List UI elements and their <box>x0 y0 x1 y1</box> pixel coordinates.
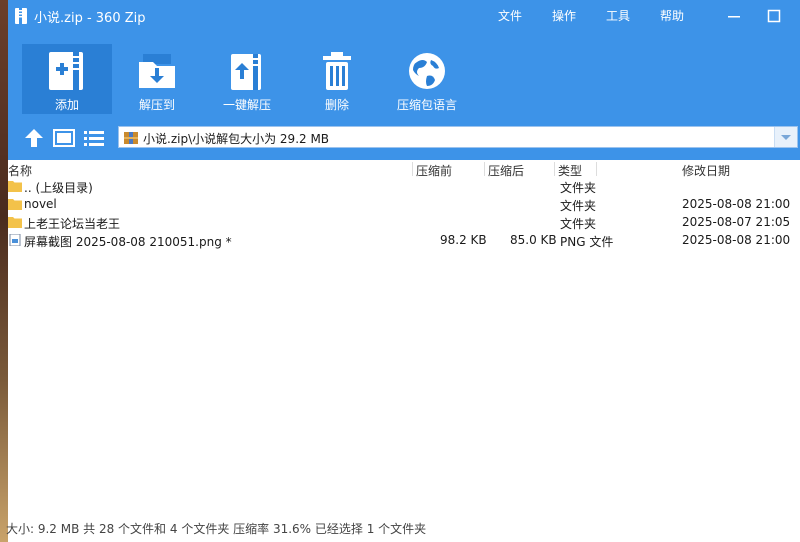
column-separator[interactable] <box>484 162 485 176</box>
file-type: PNG 文件 <box>560 235 614 249</box>
file-type: 文件夹 <box>560 217 597 231</box>
title-bar: 小说.zip - 360 Zip 文件 操作 工具 帮助 <box>8 0 800 32</box>
column-separator[interactable] <box>596 162 597 176</box>
list-item[interactable]: 上老王论坛当老王 文件夹 2025-08-07 21:05 <box>8 214 800 232</box>
extract-to-icon <box>139 54 175 88</box>
column-type[interactable]: 类型 <box>558 162 582 179</box>
address-path: 小说.zip\小说解包大小为 29.2 MB <box>143 132 330 146</box>
zip-file-icon <box>15 8 27 24</box>
archive-icon <box>124 132 138 144</box>
address-row: 小说.zip\小说解包大小为 29.2 MB <box>8 124 800 152</box>
delete-button[interactable]: 删除 <box>292 44 382 114</box>
chevron-down-icon <box>781 135 791 140</box>
status-bar: 大小: 9.2 MB 共 28 个文件和 4 个文件夹 压缩率 31.6% 已经… <box>6 522 427 536</box>
menu-operation[interactable]: 操作 <box>552 7 576 24</box>
one-click-extract-icon <box>231 54 261 90</box>
list-item[interactable]: .. (上级目录) 文件夹 <box>8 178 800 196</box>
column-separator[interactable] <box>412 162 413 176</box>
app-window: 小说.zip - 360 Zip 文件 操作 工具 帮助 添加 解压到 一键解压… <box>6 0 800 542</box>
extract-to-button[interactable]: 解压到 <box>112 44 202 114</box>
one-click-extract-label: 一键解压 <box>222 98 271 112</box>
toolbar: 添加 解压到 一键解压 删除 压缩包语言 <box>8 40 800 118</box>
add-button-label: 添加 <box>54 98 79 112</box>
column-before[interactable]: 压缩前 <box>416 162 452 179</box>
add-button[interactable]: 添加 <box>22 44 112 114</box>
thumbnail-view-icon[interactable] <box>52 127 76 149</box>
extract-to-label: 解压到 <box>138 98 175 112</box>
add-archive-icon <box>49 52 83 90</box>
file-type: 文件夹 <box>560 199 597 213</box>
address-dropdown[interactable] <box>774 127 797 147</box>
file-size-before: 98.2 KB <box>440 233 487 247</box>
list-item[interactable]: 屏幕截图 2025-08-08 210051.png * 98.2 KB 85.… <box>8 232 800 250</box>
file-name: 屏幕截图 2025-08-08 210051.png * <box>24 235 232 249</box>
folder-icon <box>8 217 22 228</box>
globe-icon <box>409 53 445 89</box>
file-modified: 2025-08-07 21:05 <box>682 215 791 229</box>
maximize-icon[interactable] <box>764 6 784 26</box>
archive-language-button[interactable]: 压缩包语言 <box>382 44 472 114</box>
file-modified: 2025-08-08 21:00 <box>682 233 791 247</box>
column-separator[interactable] <box>554 162 555 176</box>
file-name: 上老王论坛当老王 <box>24 217 121 231</box>
column-name[interactable]: 名称 <box>8 162 32 179</box>
desktop-edge <box>0 0 8 542</box>
file-modified: 2025-08-08 21:00 <box>682 197 791 211</box>
menu-file[interactable]: 文件 <box>498 7 522 24</box>
image-file-icon <box>9 234 21 246</box>
column-modified[interactable]: 修改日期 <box>682 162 730 179</box>
minimize-icon[interactable] <box>724 6 744 26</box>
list-item[interactable]: novel 文件夹 2025-08-08 21:00 <box>8 196 800 214</box>
list-header: 名称 压缩前 压缩后 类型 修改日期 <box>8 160 800 178</box>
window-title: 小说.zip - 360 Zip <box>34 11 146 26</box>
folder-icon <box>8 199 22 210</box>
list-view-icon[interactable] <box>82 127 106 149</box>
menu-tools[interactable]: 工具 <box>606 7 630 24</box>
trash-icon <box>323 52 351 90</box>
address-bar[interactable]: 小说.zip\小说解包大小为 29.2 MB <box>118 126 798 148</box>
menu-help[interactable]: 帮助 <box>660 7 684 24</box>
column-after[interactable]: 压缩后 <box>488 162 524 179</box>
archive-language-label: 压缩包语言 <box>396 98 457 112</box>
file-name: novel <box>24 197 57 211</box>
one-click-extract-button[interactable]: 一键解压 <box>202 44 292 114</box>
folder-icon <box>8 181 22 192</box>
file-size-after: 85.0 KB <box>510 233 557 247</box>
delete-label: 删除 <box>324 98 349 112</box>
file-name: .. (上级目录) <box>24 181 93 195</box>
up-arrow-icon[interactable] <box>22 127 46 149</box>
file-type: 文件夹 <box>560 181 597 195</box>
